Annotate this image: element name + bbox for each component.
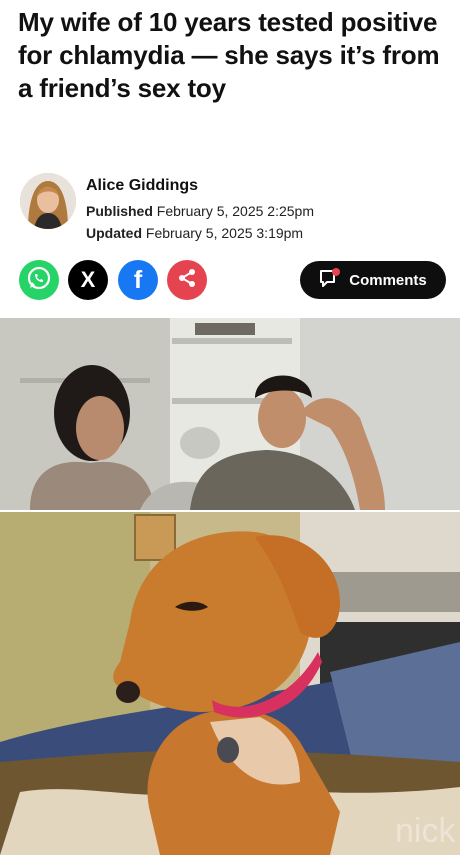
published-line: Published February 5, 2025 2:25pm: [86, 203, 314, 219]
updated-line: Updated February 5, 2025 3:19pm: [86, 225, 303, 241]
x-icon: X: [80, 267, 96, 292]
facebook-share-button[interactable]: f: [118, 260, 158, 300]
whatsapp-share-button[interactable]: [19, 260, 59, 300]
author-name[interactable]: Alice Giddings: [86, 177, 198, 195]
comment-icon: [319, 268, 341, 292]
updated-date: February 5, 2025 3:19pm: [145, 225, 304, 241]
x-share-button[interactable]: X: [68, 260, 108, 300]
article-photo-dog: nick: [0, 512, 460, 855]
watermark-text: nick: [395, 812, 456, 850]
facebook-icon: f: [133, 265, 143, 294]
comments-label: Comments: [349, 271, 427, 289]
whatsapp-icon: [26, 265, 52, 296]
published-date: February 5, 2025 2:25pm: [156, 203, 315, 219]
article-headline: My wife of 10 years tested positive for …: [18, 7, 440, 103]
comments-button[interactable]: Comments: [300, 261, 446, 299]
article-photo-couple: [0, 318, 460, 510]
byline: Alice Giddings Published February 5, 202…: [20, 173, 440, 241]
share-button[interactable]: [167, 260, 207, 300]
share-icon: [176, 267, 198, 294]
author-avatar[interactable]: [20, 173, 76, 229]
published-label: Published: [86, 203, 153, 219]
updated-label: Updated: [86, 225, 142, 241]
